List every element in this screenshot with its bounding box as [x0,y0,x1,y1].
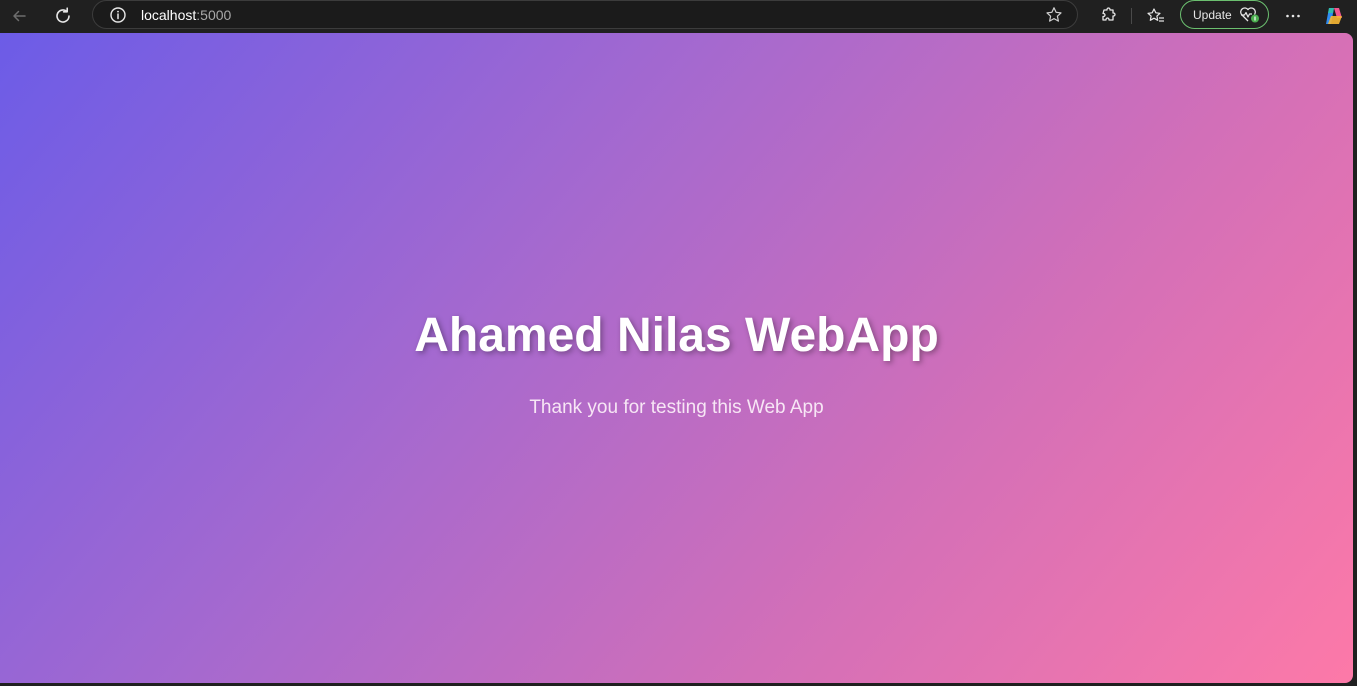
web-page-viewport: Ahamed Nilas WebApp Thank you for testin… [0,33,1353,683]
url-host: localhost [141,7,197,23]
address-bar[interactable]: localhost:5000 [92,0,1078,29]
site-info-icon[interactable] [109,6,127,24]
update-button[interactable]: Update [1180,0,1269,29]
more-options-button[interactable] [1279,2,1307,30]
extensions-button[interactable] [1093,2,1121,30]
health-icon [1239,6,1261,24]
page-title: Ahamed Nilas WebApp [414,309,939,362]
copilot-button[interactable] [1320,2,1348,30]
browser-toolbar: localhost:5000 Update [0,0,1357,32]
more-options-icon [1284,7,1302,25]
reload-icon [53,6,73,26]
copilot-icon [1323,5,1345,27]
extensions-icon [1098,7,1116,25]
favorite-star-icon[interactable] [1045,6,1063,24]
url-text[interactable]: localhost:5000 [141,7,231,23]
update-label: Update [1193,8,1232,22]
back-button[interactable] [5,2,33,30]
back-arrow-icon [10,7,28,25]
favorites-icon [1146,7,1166,25]
url-port: :5000 [196,7,232,23]
toolbar-divider [1131,8,1132,24]
favorites-button[interactable] [1142,2,1170,30]
page-subtitle: Thank you for testing this Web App [529,397,824,418]
reload-button[interactable] [49,2,77,30]
